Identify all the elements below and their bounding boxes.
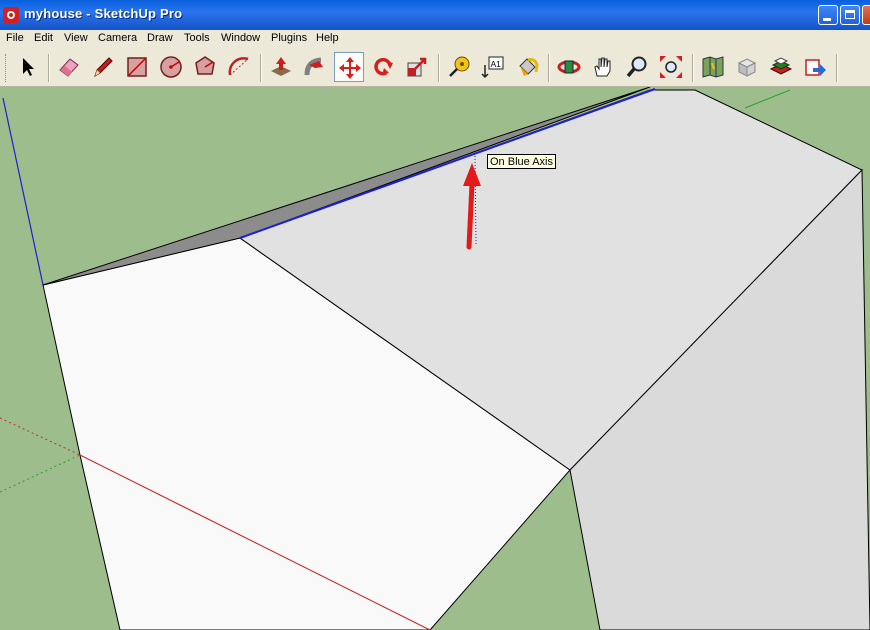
toolbar-separator <box>438 54 440 82</box>
text-tool[interactable]: A1 <box>478 52 508 82</box>
arc-icon <box>228 57 249 76</box>
move-tool[interactable] <box>334 52 364 82</box>
toolbar-separator <box>548 54 550 82</box>
eraser-icon <box>59 58 79 77</box>
menu-file[interactable]: File <box>6 32 24 44</box>
restore-button[interactable] <box>840 5 860 25</box>
hand-icon <box>594 57 611 77</box>
menu-tools[interactable]: Tools <box>184 32 210 44</box>
toolbar-separator <box>692 54 694 82</box>
title-bar: myhouse - SketchUp Pro <box>0 0 870 30</box>
menu-view[interactable]: View <box>64 32 88 44</box>
svg-text:A1: A1 <box>491 59 502 69</box>
minimize-button[interactable] <box>818 5 838 25</box>
arc-tool[interactable] <box>224 52 254 82</box>
select-tool[interactable] <box>12 52 42 82</box>
menu-plugins[interactable]: Plugins <box>271 32 307 44</box>
zoom-icon <box>626 56 647 78</box>
rotate-tool[interactable] <box>368 52 398 82</box>
sketchup-app-icon[interactable] <box>3 7 19 23</box>
move-icon <box>339 57 361 79</box>
inference-tooltip: On Blue Axis <box>487 154 556 169</box>
circle-tool[interactable] <box>156 52 186 82</box>
rectangle-tool[interactable] <box>122 52 152 82</box>
menu-camera[interactable]: Camera <box>98 32 137 44</box>
zoom-extents-icon <box>660 56 682 78</box>
polygon-tool[interactable] <box>190 52 220 82</box>
orbit-tool[interactable] <box>554 52 584 82</box>
rectangle-icon <box>127 57 147 77</box>
eraser-tool[interactable] <box>54 52 84 82</box>
follow-me-tool[interactable] <box>300 52 330 82</box>
push-pull-icon <box>271 57 291 76</box>
circle-icon <box>160 56 182 78</box>
main-toolbar: A1 <box>0 48 870 87</box>
rotate-icon <box>374 57 393 76</box>
arrow-cursor-icon <box>23 58 34 76</box>
pencil-icon <box>94 57 113 78</box>
share-model-tool[interactable] <box>800 52 830 82</box>
close-button[interactable] <box>862 5 870 25</box>
google-earth-view-tool[interactable] <box>698 52 728 82</box>
menu-window[interactable]: Window <box>221 32 260 44</box>
pan-tool[interactable] <box>588 52 618 82</box>
menu-draw[interactable]: Draw <box>147 32 173 44</box>
push-pull-tool[interactable] <box>266 52 296 82</box>
toolbar-separator <box>260 54 262 82</box>
map-icon <box>702 56 724 78</box>
toolbar-separator <box>48 54 50 82</box>
modeling-viewport[interactable] <box>0 87 870 630</box>
follow-me-icon <box>304 57 323 76</box>
tape-measure-icon <box>449 56 470 77</box>
zoom-extents-tool[interactable] <box>656 52 686 82</box>
warehouse-icon <box>769 57 793 75</box>
3d-warehouse-tool[interactable] <box>766 52 796 82</box>
components-icon <box>737 58 757 77</box>
tape-measure-tool[interactable] <box>444 52 474 82</box>
share-model-icon <box>805 59 826 76</box>
toolbar-separator <box>836 54 838 82</box>
paint-bucket-icon <box>519 58 539 76</box>
scale-tool[interactable] <box>402 52 432 82</box>
toolbar-grip[interactable] <box>5 54 9 82</box>
text-icon: A1 <box>481 56 504 79</box>
window-title: myhouse - SketchUp Pro <box>24 6 183 21</box>
polygon-icon <box>195 56 215 75</box>
scale-icon <box>407 57 427 77</box>
orbit-icon <box>557 60 581 74</box>
pencil-tool[interactable] <box>88 52 118 82</box>
paint-bucket-tool[interactable] <box>512 52 542 82</box>
zoom-tool[interactable] <box>622 52 652 82</box>
menu-bar: File Edit View Camera Draw Tools Window … <box>0 30 870 48</box>
components-tool[interactable] <box>732 52 762 82</box>
menu-edit[interactable]: Edit <box>34 32 53 44</box>
menu-help[interactable]: Help <box>316 32 339 44</box>
